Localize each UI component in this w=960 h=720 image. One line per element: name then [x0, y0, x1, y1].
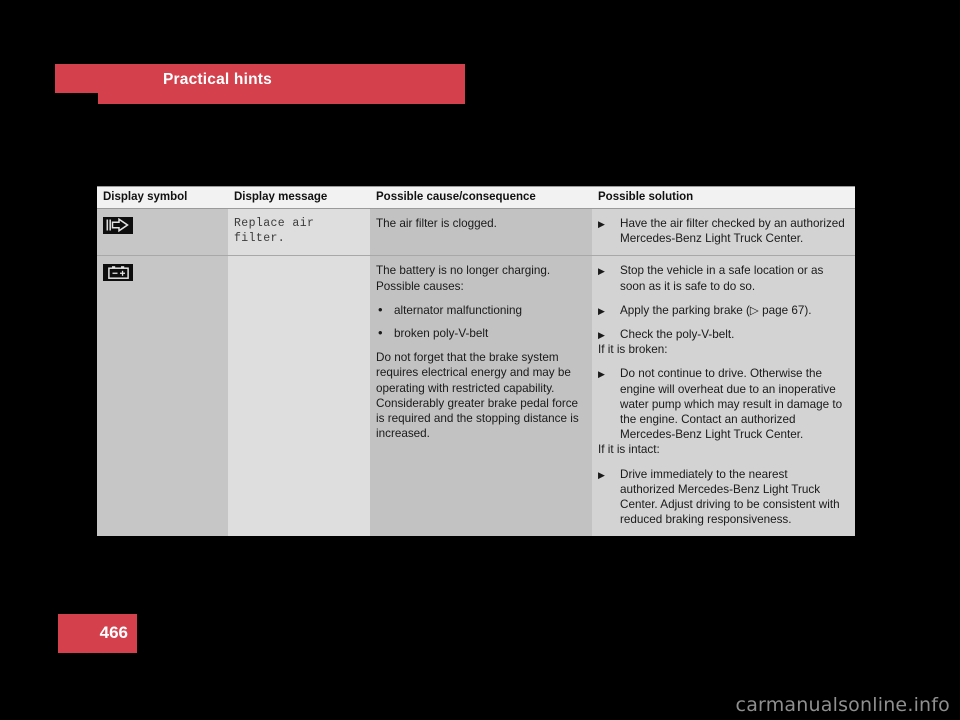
- display-messages-table: Display symbol Display message Possible …: [97, 186, 855, 537]
- list-item: Have the air filter checked by an author…: [598, 216, 845, 246]
- cell-possible-cause: The battery is no longer charging. Possi…: [370, 256, 592, 537]
- display-message-text: Replace air filter.: [234, 217, 315, 245]
- cell-display-symbol: [97, 209, 228, 256]
- cause-note-text: Do not forget that the brake system requ…: [376, 351, 579, 441]
- cause-intro-text: The air filter is clogged.: [376, 217, 497, 230]
- condition-intact-label: If it is intact:: [598, 443, 660, 457]
- watermark: carmanualsonline.info: [735, 694, 950, 716]
- page-number: 466: [99, 623, 128, 642]
- column-header-display-symbol: Display symbol: [97, 187, 228, 208]
- battery-icon: [103, 264, 133, 282]
- cell-possible-solution: Have the air filter checked by an author…: [592, 209, 855, 256]
- manual-page: Practical hints Display symbol Display m…: [0, 0, 960, 720]
- list-item: Stop the vehicle in a safe location or a…: [598, 263, 845, 293]
- list-item: alternator malfunctioning: [376, 302, 582, 318]
- list-item: Check the poly-V-belt.: [598, 327, 845, 343]
- column-header-display-message: Display message: [228, 187, 370, 208]
- table-header-row: Display symbol Display message Possible …: [97, 187, 855, 209]
- condition-broken-label: If it is broken:: [598, 343, 668, 357]
- list-item: broken poly-V-belt: [376, 325, 582, 341]
- column-header-possible-solution: Possible solution: [592, 187, 855, 208]
- cell-display-message: Replace air filter.: [228, 209, 370, 256]
- solution-list-broken: Do not continue to drive. Otherwise the …: [598, 366, 845, 442]
- solution-list: Have the air filter checked by an author…: [598, 216, 845, 246]
- chapter-banner-bar: [98, 64, 465, 104]
- page-title: Practical hints: [163, 71, 272, 88]
- solution-list: Stop the vehicle in a safe location or a…: [598, 263, 845, 343]
- cause-bullet-list: alternator malfunctioning broken poly-V-…: [376, 302, 582, 341]
- page-number-badge: 466: [58, 614, 137, 653]
- cell-display-message: [228, 256, 370, 537]
- list-item: Drive immediately to the nearest authori…: [598, 467, 845, 528]
- list-item: Do not continue to drive. Otherwise the …: [598, 366, 845, 442]
- column-header-possible-cause: Possible cause/consequence: [370, 187, 592, 208]
- chapter-banner: Practical hints: [55, 64, 465, 104]
- table-row: Replace air filter. The air filter is cl…: [97, 209, 855, 256]
- list-item: Apply the parking brake (▷ page 67).: [598, 303, 845, 319]
- air-filter-icon: [103, 217, 133, 234]
- table-row: The battery is no longer charging. Possi…: [97, 255, 855, 537]
- cell-possible-solution: Stop the vehicle in a safe location or a…: [592, 256, 855, 537]
- solution-list-intact: Drive immediately to the nearest authori…: [598, 467, 845, 528]
- chapter-banner-tab: [55, 64, 98, 93]
- cause-intro-text: The battery is no longer charging. Possi…: [376, 264, 551, 293]
- cell-display-symbol: [97, 256, 228, 537]
- cell-possible-cause: The air filter is clogged.: [370, 209, 592, 256]
